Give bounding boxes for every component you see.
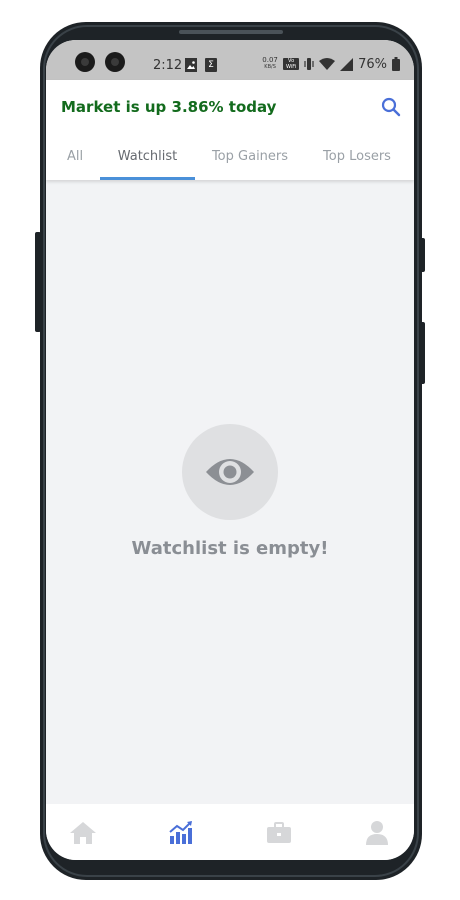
status-bar: 2:12 Σ 0.07 KB/S Vo WiFi 76% [46,40,414,80]
phone-side-button-left [35,232,41,332]
phone-side-button-right-bottom [419,322,425,384]
front-camera-icon [75,52,95,72]
battery-percent: 76% [358,56,387,72]
wifi-icon [319,57,336,70]
status-icons: 0.07 KB/S Vo WiFi 76% [262,55,400,73]
tab-all[interactable]: All [62,149,88,180]
tab-bar: All Watchlist Top Gainers Top Losers [46,146,414,180]
home-icon [70,822,96,844]
battery-icon [392,57,400,71]
sigma-notification-icon: Σ [205,58,217,72]
front-camera-icon [105,52,125,72]
search-button[interactable] [380,96,402,118]
tab-watchlist[interactable]: Watchlist [100,149,195,180]
vowifi-icon: Vo WiFi [283,58,300,70]
tab-top-losers[interactable]: Top Losers [312,149,402,180]
tab-top-gainers[interactable]: Top Gainers [204,149,296,180]
gallery-notification-icon [185,58,197,72]
network-speed-value: 0.07 [262,56,278,64]
network-speed: 0.07 KB/S [262,57,278,71]
nav-home-button[interactable] [69,820,97,846]
vibrate-icon [304,58,314,70]
vowifi-bottom: WiFi [286,64,297,70]
bottom-navigation [46,804,414,860]
phone-screen: 2:12 Σ 0.07 KB/S Vo WiFi 76% Market is u… [46,40,414,860]
market-status-title: Market is up 3.86% today [61,98,277,116]
user-icon [366,821,388,845]
phone-side-button-right-top [419,238,425,272]
search-icon [381,97,401,117]
status-time: 2:12 [153,58,183,73]
nav-profile-button[interactable] [363,820,391,846]
briefcase-icon [267,822,291,843]
network-speed-unit: KB/S [264,64,276,70]
active-tab-indicator [100,177,195,180]
nav-portfolio-button[interactable] [265,820,293,846]
phone-speaker [179,30,283,34]
eye-icon [206,459,254,485]
nav-markets-button[interactable] [167,820,195,846]
empty-state-message: Watchlist is empty! [131,538,329,559]
empty-state-icon-circle [182,424,278,520]
cell-signal-icon [340,57,354,71]
chart-icon [169,821,192,844]
app-header: Market is up 3.86% today All Watchlist T… [46,80,414,180]
